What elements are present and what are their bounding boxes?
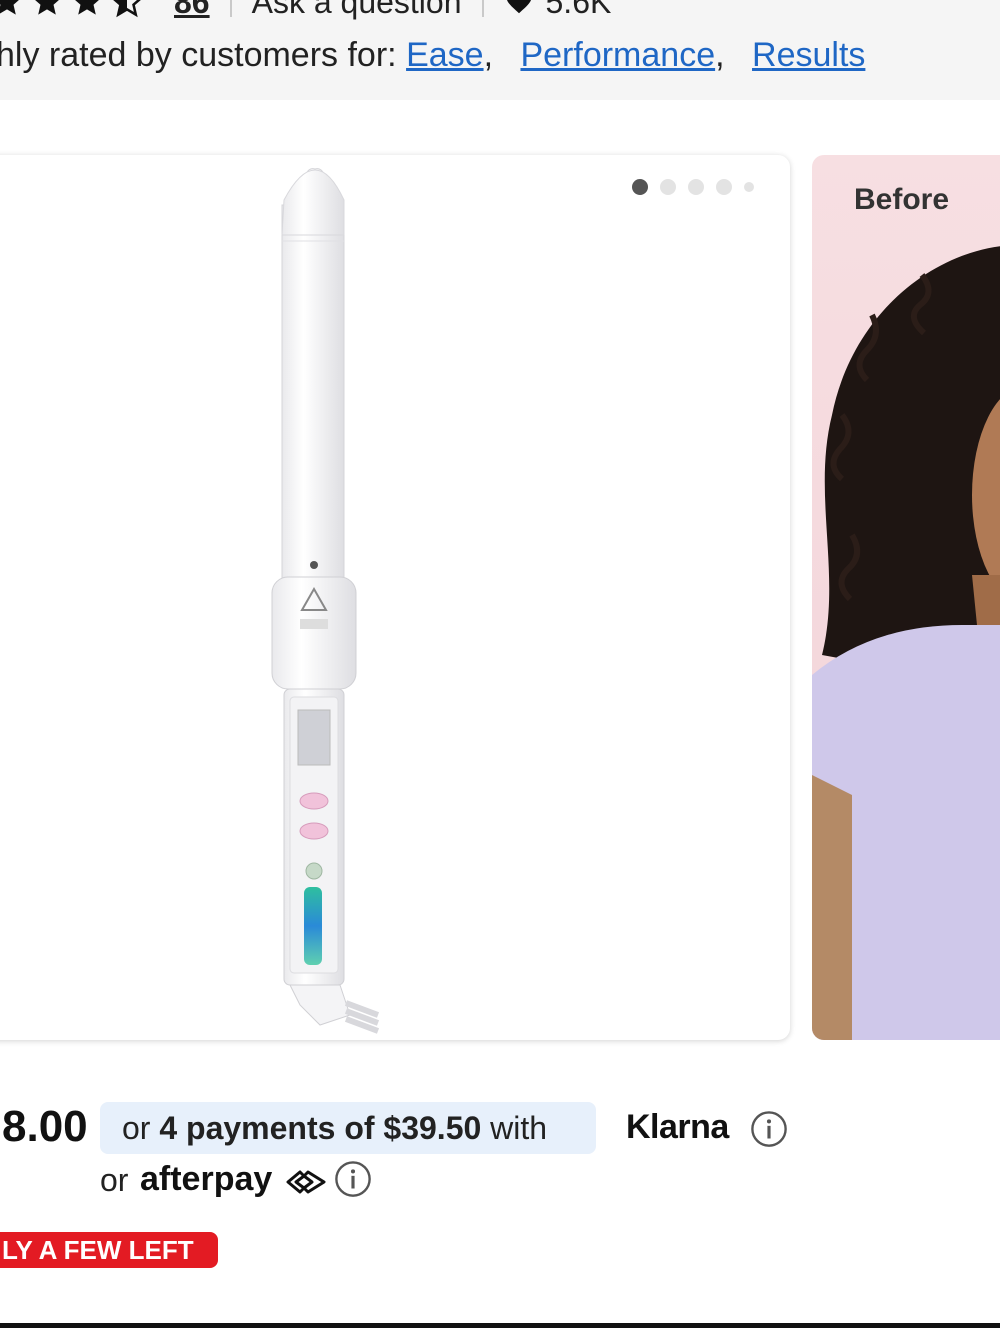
price: 8.00 [2,1102,88,1151]
price-row: 8.00 or 4 payments of $39.50 with Klarna [0,1100,1000,1160]
carousel-dot[interactable] [632,179,648,195]
afterpay-logo: afterpay [140,1160,273,1198]
klarna-prefix: or [122,1110,151,1146]
carousel-dots [632,179,754,195]
tag-performance-link[interactable]: Performance [520,36,715,74]
divider [0,1323,1000,1328]
review-count-link[interactable]: 86 [174,0,210,21]
star-rating[interactable] [0,0,144,19]
carousel-dot[interactable] [716,179,732,195]
rating-row: 86 Ask a question 5.6K [0,0,611,22]
klarna-offer[interactable]: or 4 payments of $39.50 with [100,1102,596,1154]
curling-wand-image [271,168,380,1034]
divider [481,0,484,17]
afterpay-prefix: or [100,1162,129,1198]
klarna-installments: 4 payments of $39.50 [159,1110,482,1146]
tag-results-link[interactable]: Results [752,36,865,74]
ask-question-link[interactable]: Ask a question [252,0,462,21]
loves-count: 5.6K [545,0,612,20]
model-photo [812,246,1000,1040]
info-icon[interactable] [334,1160,372,1198]
klarna-text: or 4 payments of $39.50 with [122,1110,547,1147]
carousel-dot[interactable] [688,179,704,195]
star-icon [0,0,19,15]
heart-icon[interactable] [504,0,534,17]
afterpay-arrow-icon [286,1170,326,1194]
star-icon [35,0,59,15]
carousel-dot[interactable] [660,179,676,195]
before-label: Before [854,183,950,216]
product-image-card[interactable] [0,155,790,1040]
info-icon[interactable] [750,1110,788,1148]
carousel-dot[interactable] [744,182,754,192]
star-icon [75,0,99,15]
highly-rated-line: hly rated by customers for: Ease, Perfor… [0,36,865,75]
star-half-icon [113,0,141,18]
klarna-logo: Klarna [626,1108,729,1146]
tag-ease-link[interactable]: Ease [406,36,484,74]
highly-rated-prefix: hly rated by customers for: [0,36,397,74]
product-header-band: 86 Ask a question 5.6K hly rated by cust… [0,0,1000,100]
klarna-suffix: with [490,1110,548,1146]
stock-badge: LY A FEW LEFT [0,1232,218,1268]
divider [229,0,232,17]
before-image-card[interactable]: Before [812,155,1000,1040]
